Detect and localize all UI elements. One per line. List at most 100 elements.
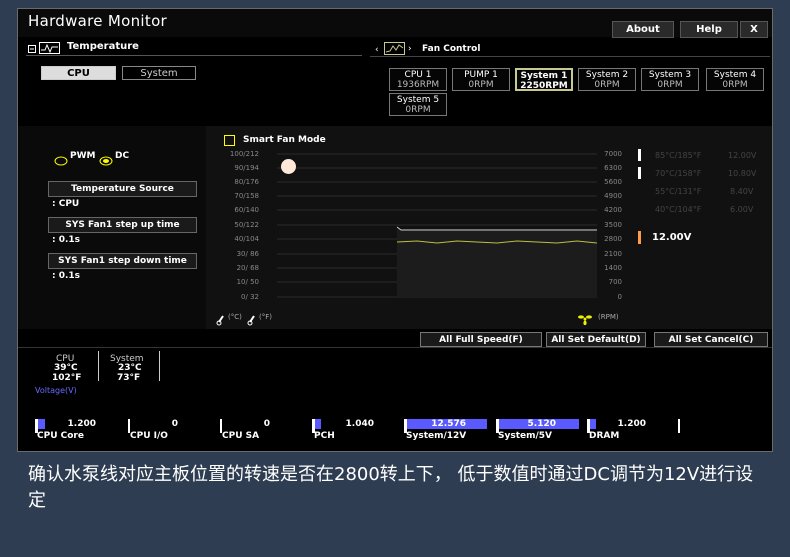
- help-button[interactable]: Help: [680, 21, 738, 38]
- fan-rpm: 0RPM: [405, 105, 431, 115]
- readout-separator: [159, 351, 160, 381]
- step-down-time-value: : 0.1s: [52, 271, 81, 281]
- fan-graph-icon: [384, 41, 406, 60]
- cpu-temp-fahrenheit: 102°F: [52, 373, 82, 383]
- fan-button-system5[interactable]: System 5 0RPM: [389, 93, 447, 116]
- voltage-item-label: CPU I/O: [130, 431, 168, 441]
- readout-separator: [98, 351, 99, 381]
- voltage-item-label: DRAM: [589, 431, 620, 441]
- close-button[interactable]: X: [740, 21, 768, 38]
- voltage-label: Voltage(V): [35, 386, 77, 395]
- system-temp-celsius: 23°C: [118, 363, 142, 373]
- legend-volt: 8.40V: [730, 187, 754, 196]
- step-down-time-button[interactable]: SYS Fan1 step down time: [48, 253, 197, 269]
- temp-tick: 90/194: [234, 164, 259, 172]
- temperature-divider: [26, 55, 362, 56]
- collapse-icon[interactable]: [28, 40, 38, 59]
- fan-rpm: 0RPM: [594, 80, 620, 90]
- fan-button-system1[interactable]: System 1 2250RPM: [515, 68, 573, 91]
- smart-fan-mode-checkbox[interactable]: [224, 135, 235, 146]
- voltage-item-label: CPU SA: [222, 431, 260, 441]
- tab-cpu[interactable]: CPU: [41, 66, 116, 80]
- voltage-value: 0: [171, 419, 178, 429]
- fan-control-divider: [370, 56, 770, 57]
- voltage-value: 5.120: [527, 419, 556, 429]
- all-full-speed-button[interactable]: All Full Speed(F): [420, 332, 542, 347]
- legend-temp: 70°C/158°F: [655, 169, 702, 178]
- pwm-label: PWM: [70, 151, 96, 161]
- dc-label: DC: [115, 151, 130, 161]
- fan-rpm: 0RPM: [722, 80, 748, 90]
- fan-name: System 2: [585, 70, 629, 80]
- temp-tick: 0/ 32: [241, 293, 259, 301]
- legend-volt: 6.00V: [730, 205, 754, 214]
- temperature-source-value: : CPU: [52, 199, 80, 209]
- fan-rpm: 2250RPM: [520, 81, 568, 91]
- legend-temp: 55°C/131°F: [655, 187, 702, 196]
- legend-bar: [638, 167, 641, 179]
- system-temp-fahrenheit: 73°F: [117, 373, 141, 383]
- temp-tick: 10/ 50: [236, 278, 259, 286]
- unit-rpm: (RPM): [598, 313, 619, 321]
- voltage-fill: [315, 419, 321, 429]
- current-voltage-marker: [638, 231, 641, 244]
- temp-tick: 20/ 68: [236, 264, 259, 272]
- smart-fan-mode-label: Smart Fan Mode: [243, 135, 326, 145]
- step-up-time-value: : 0.1s: [52, 235, 81, 245]
- pwm-radio[interactable]: [54, 151, 68, 170]
- fan-name: PUMP 1: [464, 70, 498, 80]
- voltage-item-label: System/12V: [406, 431, 467, 441]
- fan-name: System 3: [648, 70, 692, 80]
- temp-tick: 70/158: [234, 192, 259, 200]
- voltage-value: 1.200: [617, 419, 646, 429]
- celsius-thermometer-icon: [216, 311, 226, 330]
- fan-rpm: 1936RPM: [396, 80, 440, 90]
- fan-button-system2[interactable]: System 2 0RPM: [578, 68, 636, 91]
- voltage-value: 1.040: [345, 419, 374, 429]
- voltage-item-label: PCH: [314, 431, 335, 441]
- cpu-temp-celsius: 39°C: [54, 363, 78, 373]
- legend-temp: 85°C/185°F: [655, 151, 702, 160]
- fan-button-pump1[interactable]: PUMP 1 0RPM: [452, 68, 510, 91]
- voltage-item-label: System/5V: [498, 431, 553, 441]
- app-title: Hardware Monitor: [28, 12, 168, 30]
- temp-tick: 50/122: [234, 221, 259, 229]
- curve-point-handle[interactable]: [281, 159, 296, 174]
- fan-control-title: Fan Control: [422, 44, 481, 54]
- voltage-value: 1.200: [67, 419, 96, 429]
- fahrenheit-thermometer-icon: [247, 311, 257, 330]
- fan-button-system4[interactable]: System 4 0RPM: [706, 68, 764, 91]
- all-set-default-button[interactable]: All Set Default(D): [546, 332, 646, 347]
- fan-curve-plot: [277, 149, 598, 313]
- fan-name: System 5: [396, 95, 440, 105]
- voltage-item-label: CPU Core: [37, 431, 84, 441]
- temp-tick: 60/140: [234, 206, 259, 214]
- fan-icon: [578, 310, 592, 329]
- temperature-source-button[interactable]: Temperature Source: [48, 181, 197, 197]
- temp-tick: 40/104: [234, 235, 259, 243]
- chevron-right-icon[interactable]: ›: [408, 44, 412, 54]
- fan-name: System 4: [713, 70, 757, 80]
- readout-divider: [18, 347, 772, 348]
- unit-celsius: (°C): [228, 313, 242, 321]
- legend-volt: 12.00V: [728, 151, 757, 160]
- tab-system[interactable]: System: [122, 66, 196, 80]
- fan-name: System 1: [520, 71, 568, 81]
- voltage-fill: [590, 419, 596, 429]
- voltage-tick: [678, 419, 680, 433]
- voltage-fill: [38, 419, 45, 429]
- fan-button-system3[interactable]: System 3 0RPM: [641, 68, 699, 91]
- temp-tick: 30/ 86: [236, 250, 259, 258]
- voltage-value: 12.576: [431, 419, 466, 429]
- fan-rpm: 0RPM: [657, 80, 683, 90]
- legend-bar: [638, 149, 641, 161]
- unit-fahrenheit: (°F): [259, 313, 272, 321]
- temperature-title: Temperature: [67, 41, 139, 52]
- step-up-time-button[interactable]: SYS Fan1 step up time: [48, 217, 197, 233]
- dc-radio[interactable]: [99, 151, 113, 170]
- about-button[interactable]: About: [612, 21, 674, 38]
- all-set-cancel-button[interactable]: All Set Cancel(C): [654, 332, 768, 347]
- fan-button-cpu1[interactable]: CPU 1 1936RPM: [389, 68, 447, 91]
- legend-volt: 10.80V: [728, 169, 757, 178]
- chevron-left-icon[interactable]: ‹: [375, 45, 379, 55]
